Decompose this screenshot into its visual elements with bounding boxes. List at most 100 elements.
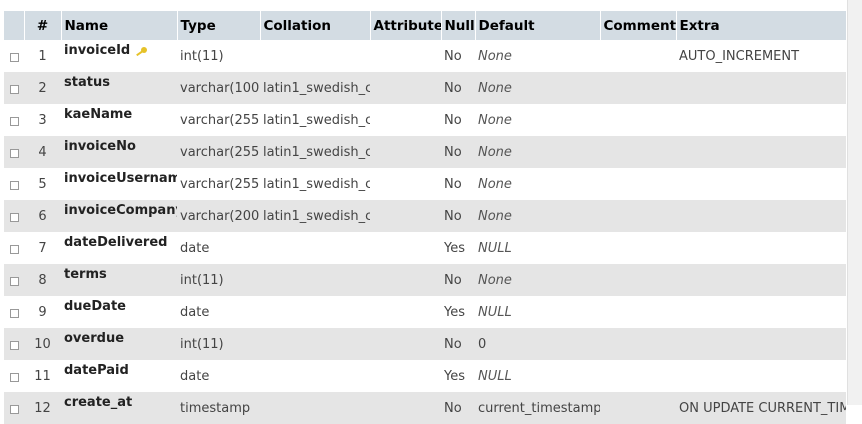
cell-type: date bbox=[177, 296, 260, 328]
table-row[interactable]: 8 terms int(11) No None bbox=[4, 264, 846, 296]
row-checkbox[interactable] bbox=[9, 53, 19, 62]
table-row[interactable]: 11 datePaid date Yes NULL bbox=[4, 360, 846, 392]
row-checkbox-cell bbox=[4, 104, 24, 136]
cell-extra: AUTO_INCREMENT bbox=[676, 40, 846, 72]
cell-attributes bbox=[370, 264, 441, 296]
structure-table-container: # Name Type Collation Attributes Null De… bbox=[4, 11, 847, 424]
cell-comments bbox=[600, 264, 676, 296]
row-checkbox-cell bbox=[4, 296, 24, 328]
cell-num: 4 bbox=[24, 136, 61, 168]
cell-num: 1 bbox=[24, 40, 61, 72]
row-checkbox-cell bbox=[4, 168, 24, 200]
row-checkbox-cell bbox=[4, 136, 24, 168]
cell-comments bbox=[600, 360, 676, 392]
cell-null: No bbox=[441, 328, 475, 360]
cell-comments bbox=[600, 296, 676, 328]
cell-name: kaeName bbox=[61, 104, 177, 136]
cell-comments bbox=[600, 136, 676, 168]
header-checkbox-col bbox=[4, 11, 25, 40]
cell-attributes bbox=[370, 296, 441, 328]
cell-comments bbox=[600, 168, 676, 200]
cell-name: dueDate bbox=[61, 296, 177, 328]
header-attributes[interactable]: Attributes bbox=[370, 11, 442, 40]
table-row[interactable]: 5invoiceUsernamevarchar(255)latin1_swedi… bbox=[4, 168, 846, 200]
cell-extra bbox=[676, 72, 846, 104]
header-null[interactable]: Null bbox=[441, 11, 476, 40]
row-checkbox[interactable] bbox=[9, 213, 19, 222]
cell-extra bbox=[676, 136, 846, 168]
table-row[interactable]: 7 dateDelivered date Yes NULL bbox=[4, 232, 846, 264]
cell-extra bbox=[676, 232, 846, 264]
header-comments[interactable]: Comments bbox=[600, 11, 677, 40]
cell-collation bbox=[260, 360, 370, 392]
header-collation[interactable]: Collation bbox=[260, 11, 371, 40]
cell-collation bbox=[260, 232, 370, 264]
cell-num: 7 bbox=[24, 232, 61, 264]
cell-default: current_timestamp() bbox=[475, 392, 600, 424]
table-row[interactable]: 3 kaeName varchar(255) latin1_swedish_ci No N… bbox=[4, 104, 846, 136]
cell-extra bbox=[676, 264, 846, 296]
row-checkbox[interactable] bbox=[9, 277, 19, 286]
cell-num: 5 bbox=[24, 168, 61, 200]
row-checkbox-cell bbox=[4, 232, 24, 264]
cell-null: No bbox=[441, 136, 475, 168]
cell-extra bbox=[676, 200, 846, 232]
table-row[interactable]: 9 dueDate date Yes NULL bbox=[4, 296, 846, 328]
cell-collation bbox=[260, 328, 370, 360]
row-checkbox[interactable] bbox=[9, 373, 19, 382]
cell-attributes bbox=[370, 104, 441, 136]
table-row[interactable]: 2 status varchar(100) latin1_swedish_ci No No… bbox=[4, 72, 846, 104]
cell-default: None bbox=[475, 104, 600, 136]
row-checkbox[interactable] bbox=[9, 405, 19, 414]
table-row[interactable]: 6 invoiceCompany varchar(200) latin1_swedis… bbox=[4, 200, 846, 232]
row-checkbox[interactable] bbox=[9, 117, 19, 126]
cell-attributes bbox=[370, 328, 441, 360]
cell-type: varchar(200) bbox=[177, 200, 260, 232]
cell-comments bbox=[600, 328, 676, 360]
cell-num: 6 bbox=[24, 200, 61, 232]
cell-extra: ON UPDATE CURRENT_TIMESTAMP() bbox=[676, 392, 846, 424]
table-row[interactable]: 12 create_at timestamp No current_timestamp(… bbox=[4, 392, 846, 424]
cell-extra bbox=[676, 104, 846, 136]
row-checkbox[interactable] bbox=[9, 245, 19, 254]
table-row[interactable]: 1 invoiceId int(11) No None AUTO_INCREMENT bbox=[4, 40, 846, 72]
row-checkbox-cell bbox=[4, 360, 24, 392]
cell-attributes bbox=[370, 392, 441, 424]
header-index[interactable]: # bbox=[24, 11, 62, 40]
cell-default: None bbox=[475, 168, 600, 200]
cell-collation: latin1_swedish_ci bbox=[260, 200, 370, 232]
cell-name: invoiceId bbox=[61, 40, 177, 72]
header-type[interactable]: Type bbox=[177, 11, 261, 40]
cell-comments bbox=[600, 392, 676, 424]
row-checkbox[interactable] bbox=[9, 181, 19, 190]
cell-name: status bbox=[61, 72, 177, 104]
cell-null: No bbox=[441, 104, 475, 136]
primary-key-icon bbox=[136, 46, 148, 56]
row-checkbox[interactable] bbox=[9, 149, 19, 158]
cell-default: 0 bbox=[475, 328, 600, 360]
vertical-scrollbar[interactable] bbox=[847, 0, 862, 405]
cell-collation: latin1_swedish_ci bbox=[260, 168, 370, 200]
table-row[interactable]: 10 overdue int(11) No 0 bbox=[4, 328, 846, 360]
cell-collation bbox=[260, 264, 370, 296]
row-checkbox[interactable] bbox=[9, 85, 19, 94]
row-checkbox-cell bbox=[4, 40, 24, 72]
table-row[interactable]: 4 invoiceNo varchar(255) latin1_swedish_ci N… bbox=[4, 136, 846, 168]
header-default[interactable]: Default bbox=[475, 11, 601, 40]
header-extra[interactable]: Extra bbox=[676, 11, 847, 40]
row-checkbox-cell bbox=[4, 200, 24, 232]
cell-default: NULL bbox=[475, 360, 600, 392]
cell-num: 10 bbox=[24, 328, 61, 360]
cell-extra bbox=[676, 360, 846, 392]
cell-type: date bbox=[177, 232, 260, 264]
cell-name: overdue bbox=[61, 328, 177, 360]
row-checkbox[interactable] bbox=[9, 341, 19, 350]
row-checkbox[interactable] bbox=[9, 309, 19, 318]
header-name[interactable]: Name bbox=[61, 11, 178, 40]
cell-default: None bbox=[475, 264, 600, 296]
cell-type: date bbox=[177, 360, 260, 392]
cell-comments bbox=[600, 232, 676, 264]
cell-null: Yes bbox=[441, 296, 475, 328]
cell-name: terms bbox=[61, 264, 177, 296]
cell-null: Yes bbox=[441, 360, 475, 392]
